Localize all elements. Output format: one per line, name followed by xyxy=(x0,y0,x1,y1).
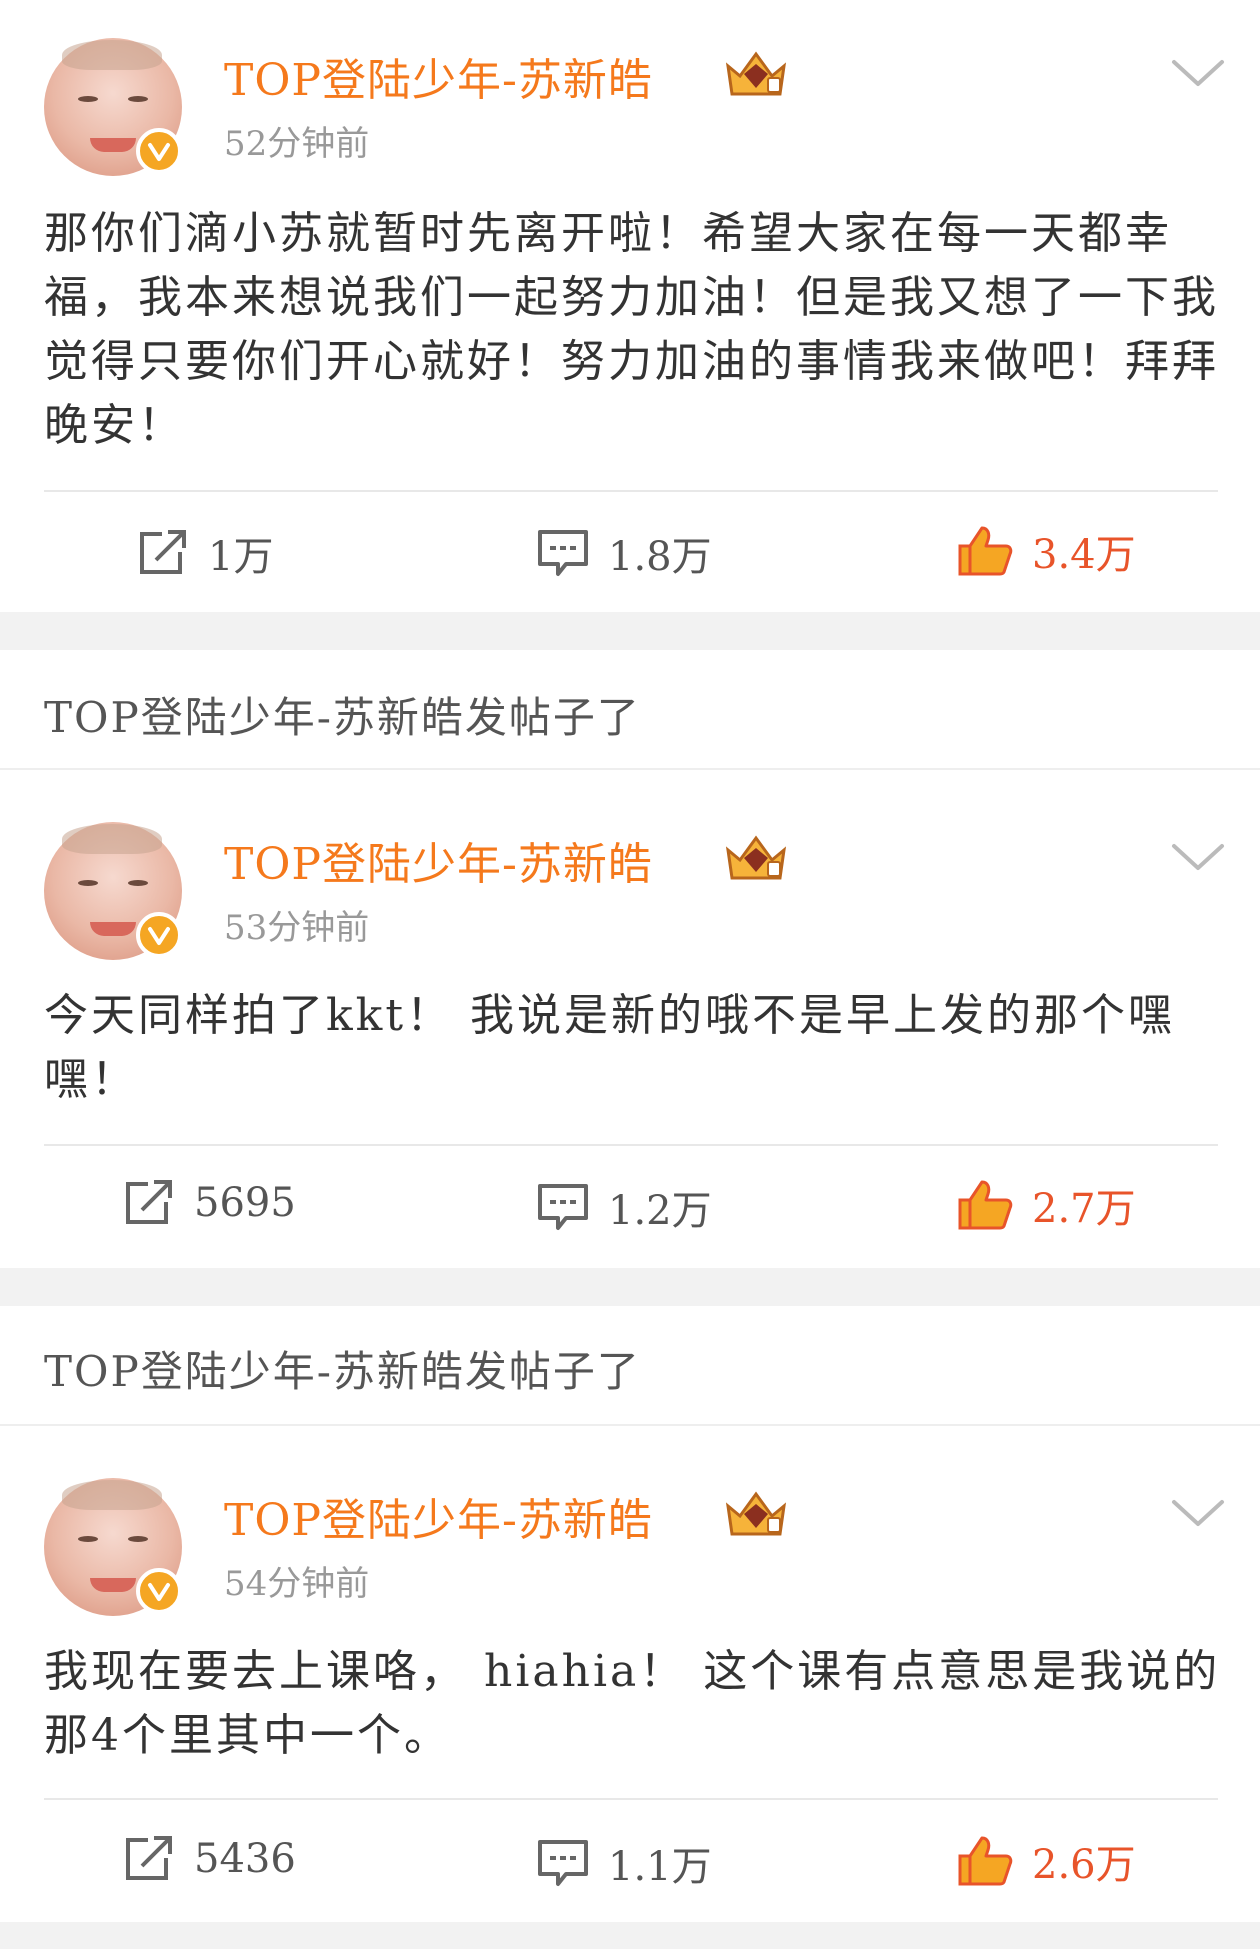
avatar-hair xyxy=(62,1480,162,1510)
post-time: 54分钟前 xyxy=(224,1564,370,1604)
like-count: 3.4万 xyxy=(1032,532,1136,578)
like-count: 2.6万 xyxy=(1032,1842,1136,1888)
comment-button[interactable]: 1.2万 xyxy=(536,1178,712,1236)
avatar-hair xyxy=(62,40,162,70)
repost-count: 1万 xyxy=(208,534,274,580)
verified-badge-icon xyxy=(136,1568,182,1614)
avatar-mouth xyxy=(90,922,136,936)
comment-icon xyxy=(538,530,588,576)
username[interactable]: TOP登陆少年-苏新皓 xyxy=(224,828,653,892)
post-time: 53分钟前 xyxy=(224,908,370,948)
repost-button[interactable]: 5695 xyxy=(122,1178,296,1228)
comment-icon xyxy=(538,1184,588,1230)
repost-button[interactable]: 1万 xyxy=(136,524,273,582)
post-notice: TOP登陆少年-苏新皓发帖子了 xyxy=(44,693,641,742)
comment-count: 1.1万 xyxy=(608,1844,712,1890)
divider xyxy=(44,1144,1218,1146)
avatar-mouth xyxy=(90,138,136,152)
chevron-down-icon[interactable] xyxy=(1170,56,1226,90)
comment-count: 1.2万 xyxy=(608,1188,712,1234)
verified-badge-icon xyxy=(136,128,182,174)
like-button[interactable]: 2.6万 xyxy=(956,1832,1136,1890)
separator xyxy=(0,1922,1260,1949)
repost-button[interactable]: 5436 xyxy=(122,1834,296,1884)
repost-icon xyxy=(126,1180,172,1224)
post-card: TOP登陆少年-苏新皓 54分钟前 我现在要去上课咯， hiahia！ 这个课有… xyxy=(0,1426,1260,1922)
like-icon xyxy=(958,1180,1013,1230)
repost-icon xyxy=(126,1836,172,1880)
like-icon xyxy=(958,526,1013,576)
divider xyxy=(44,1798,1218,1800)
separator xyxy=(0,1268,1260,1306)
repost-count: 5436 xyxy=(194,1836,296,1882)
post-text: 我现在要去上课咯， hiahia！ 这个课有点意思是我说的那4个里其中一个。 xyxy=(44,1646,1221,1761)
crown-icon xyxy=(725,51,787,96)
separator xyxy=(0,612,1260,650)
post-text: 那你们滴小苏就暂时先离开啦！希望大家在每一天都幸福，我本来想说我们一起努力加油！… xyxy=(44,208,1219,451)
like-button[interactable]: 3.4万 xyxy=(956,522,1136,580)
avatar-hair xyxy=(62,824,162,854)
post-time: 52分钟前 xyxy=(224,124,370,164)
avatar-mouth xyxy=(90,1578,136,1592)
avatar-eye xyxy=(128,880,148,886)
divider xyxy=(44,490,1218,492)
verified-badge-icon xyxy=(136,912,182,958)
comment-icon xyxy=(538,1840,588,1886)
post-text: 今天同样拍了kkt！ 我说是新的哦不是早上发的那个嘿嘿！ xyxy=(44,990,1175,1105)
comment-count: 1.8万 xyxy=(608,534,712,580)
crown-icon xyxy=(725,835,787,880)
avatar-eye xyxy=(78,1536,98,1542)
repost-icon xyxy=(140,530,186,574)
avatar-eye xyxy=(128,96,148,102)
avatar-eye xyxy=(78,880,98,886)
comment-button[interactable]: 1.1万 xyxy=(536,1834,712,1892)
post-notice: TOP登陆少年-苏新皓发帖子了 xyxy=(44,1347,641,1396)
avatar-eye xyxy=(128,1536,148,1542)
username[interactable]: TOP登陆少年-苏新皓 xyxy=(224,1484,653,1548)
post-card: TOP登陆少年-苏新皓 53分钟前 今天同样拍了kkt！ 我说是新的哦不是早上发… xyxy=(0,770,1260,1266)
username[interactable]: TOP登陆少年-苏新皓 xyxy=(224,44,653,108)
post-card: TOP登陆少年-苏新皓 52分钟前 那你们滴小苏就暂时先离开啦！希望大家在每一天… xyxy=(0,0,1260,612)
like-button[interactable]: 2.7万 xyxy=(956,1176,1136,1234)
avatar-eye xyxy=(78,96,98,102)
chevron-down-icon[interactable] xyxy=(1170,840,1226,874)
repost-count: 5695 xyxy=(194,1180,296,1226)
comment-button[interactable]: 1.8万 xyxy=(536,524,712,582)
like-icon xyxy=(958,1836,1013,1886)
like-count: 2.7万 xyxy=(1032,1186,1136,1232)
chevron-down-icon[interactable] xyxy=(1170,1496,1226,1530)
crown-icon xyxy=(725,1491,787,1536)
